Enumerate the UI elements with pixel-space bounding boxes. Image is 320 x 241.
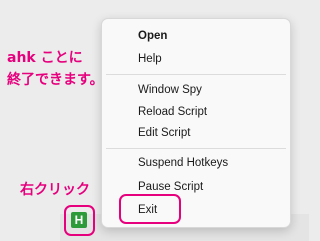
menu-item-open[interactable]: Open xyxy=(138,29,167,43)
menu-item-edit-script[interactable]: Edit Script xyxy=(138,126,190,140)
menu-item-help[interactable]: Help xyxy=(138,52,162,66)
autohotkey-tray-icon[interactable]: H xyxy=(71,212,87,228)
annotation-note-line2: 終了できます。 xyxy=(7,72,104,88)
annotation-note-line1: ahk ことに xyxy=(7,50,83,66)
menu-separator xyxy=(106,74,286,75)
exit-highlight xyxy=(119,194,181,224)
menu-item-pause-script[interactable]: Pause Script xyxy=(138,180,203,194)
menu-separator xyxy=(106,148,286,149)
menu-item-reload-script[interactable]: Reload Script xyxy=(138,105,207,119)
menu-item-suspend-hotkeys[interactable]: Suspend Hotkeys xyxy=(138,156,228,170)
annotation-right-click: 右クリック xyxy=(20,182,90,198)
menu-item-window-spy[interactable]: Window Spy xyxy=(138,83,202,97)
